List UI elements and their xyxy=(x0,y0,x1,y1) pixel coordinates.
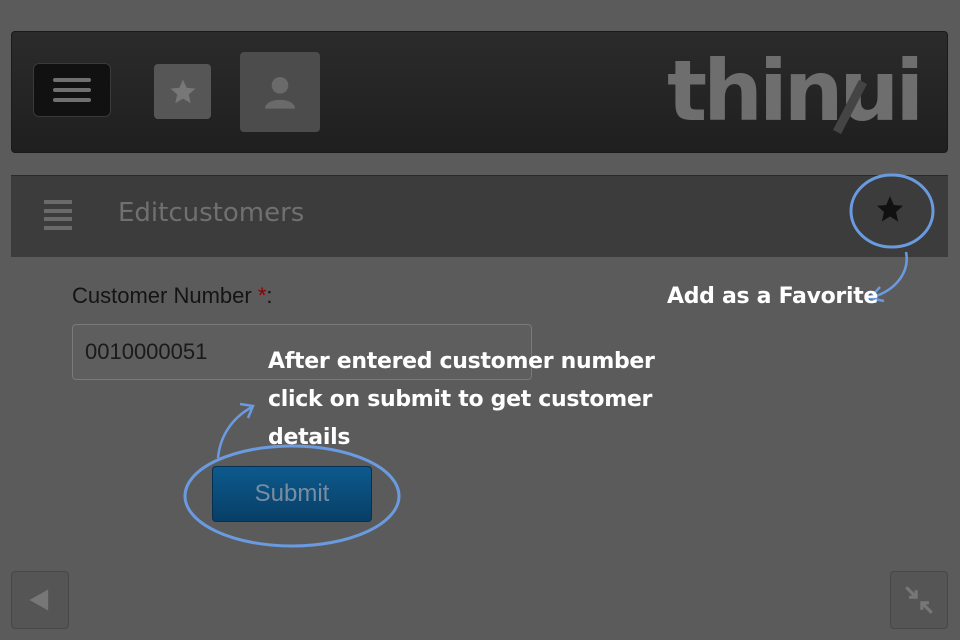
top-header: thinui xyxy=(11,31,948,153)
shrink-button[interactable] xyxy=(890,571,948,629)
favorite-annotation: Add as a Favorite xyxy=(667,284,879,309)
add-favorite-button[interactable] xyxy=(852,190,928,234)
triangle-left-icon xyxy=(29,589,49,611)
submit-arrowhead xyxy=(239,402,255,419)
star-icon xyxy=(170,79,195,103)
page-title: Editcustomers xyxy=(118,198,305,228)
submit-button[interactable]: Submit xyxy=(212,466,372,522)
user-button[interactable] xyxy=(240,52,320,132)
user-icon xyxy=(265,77,295,109)
favorites-button[interactable] xyxy=(154,64,211,119)
hamburger-icon-line xyxy=(53,98,91,102)
label-suffix: : xyxy=(266,283,273,308)
thinui-logo: thinui xyxy=(667,42,924,140)
submit-arrow xyxy=(216,405,253,459)
menu-button[interactable] xyxy=(33,63,111,117)
label-text: Customer Number xyxy=(72,283,252,308)
list-icon[interactable] xyxy=(44,200,74,230)
app-screen: thinui Editcustomers Customer Number *: … xyxy=(0,0,960,640)
hamburger-icon-line xyxy=(53,78,91,82)
submit-annotation: After entered customer number click on s… xyxy=(268,349,655,450)
logo-text: thinui xyxy=(667,42,920,140)
panel-header: Editcustomers xyxy=(11,175,948,257)
customer-number-label: Customer Number *: xyxy=(72,283,273,309)
back-button[interactable] xyxy=(11,571,69,629)
hamburger-icon-line xyxy=(53,88,91,92)
star-icon xyxy=(877,196,903,222)
shrink-arrows-icon xyxy=(905,586,933,614)
